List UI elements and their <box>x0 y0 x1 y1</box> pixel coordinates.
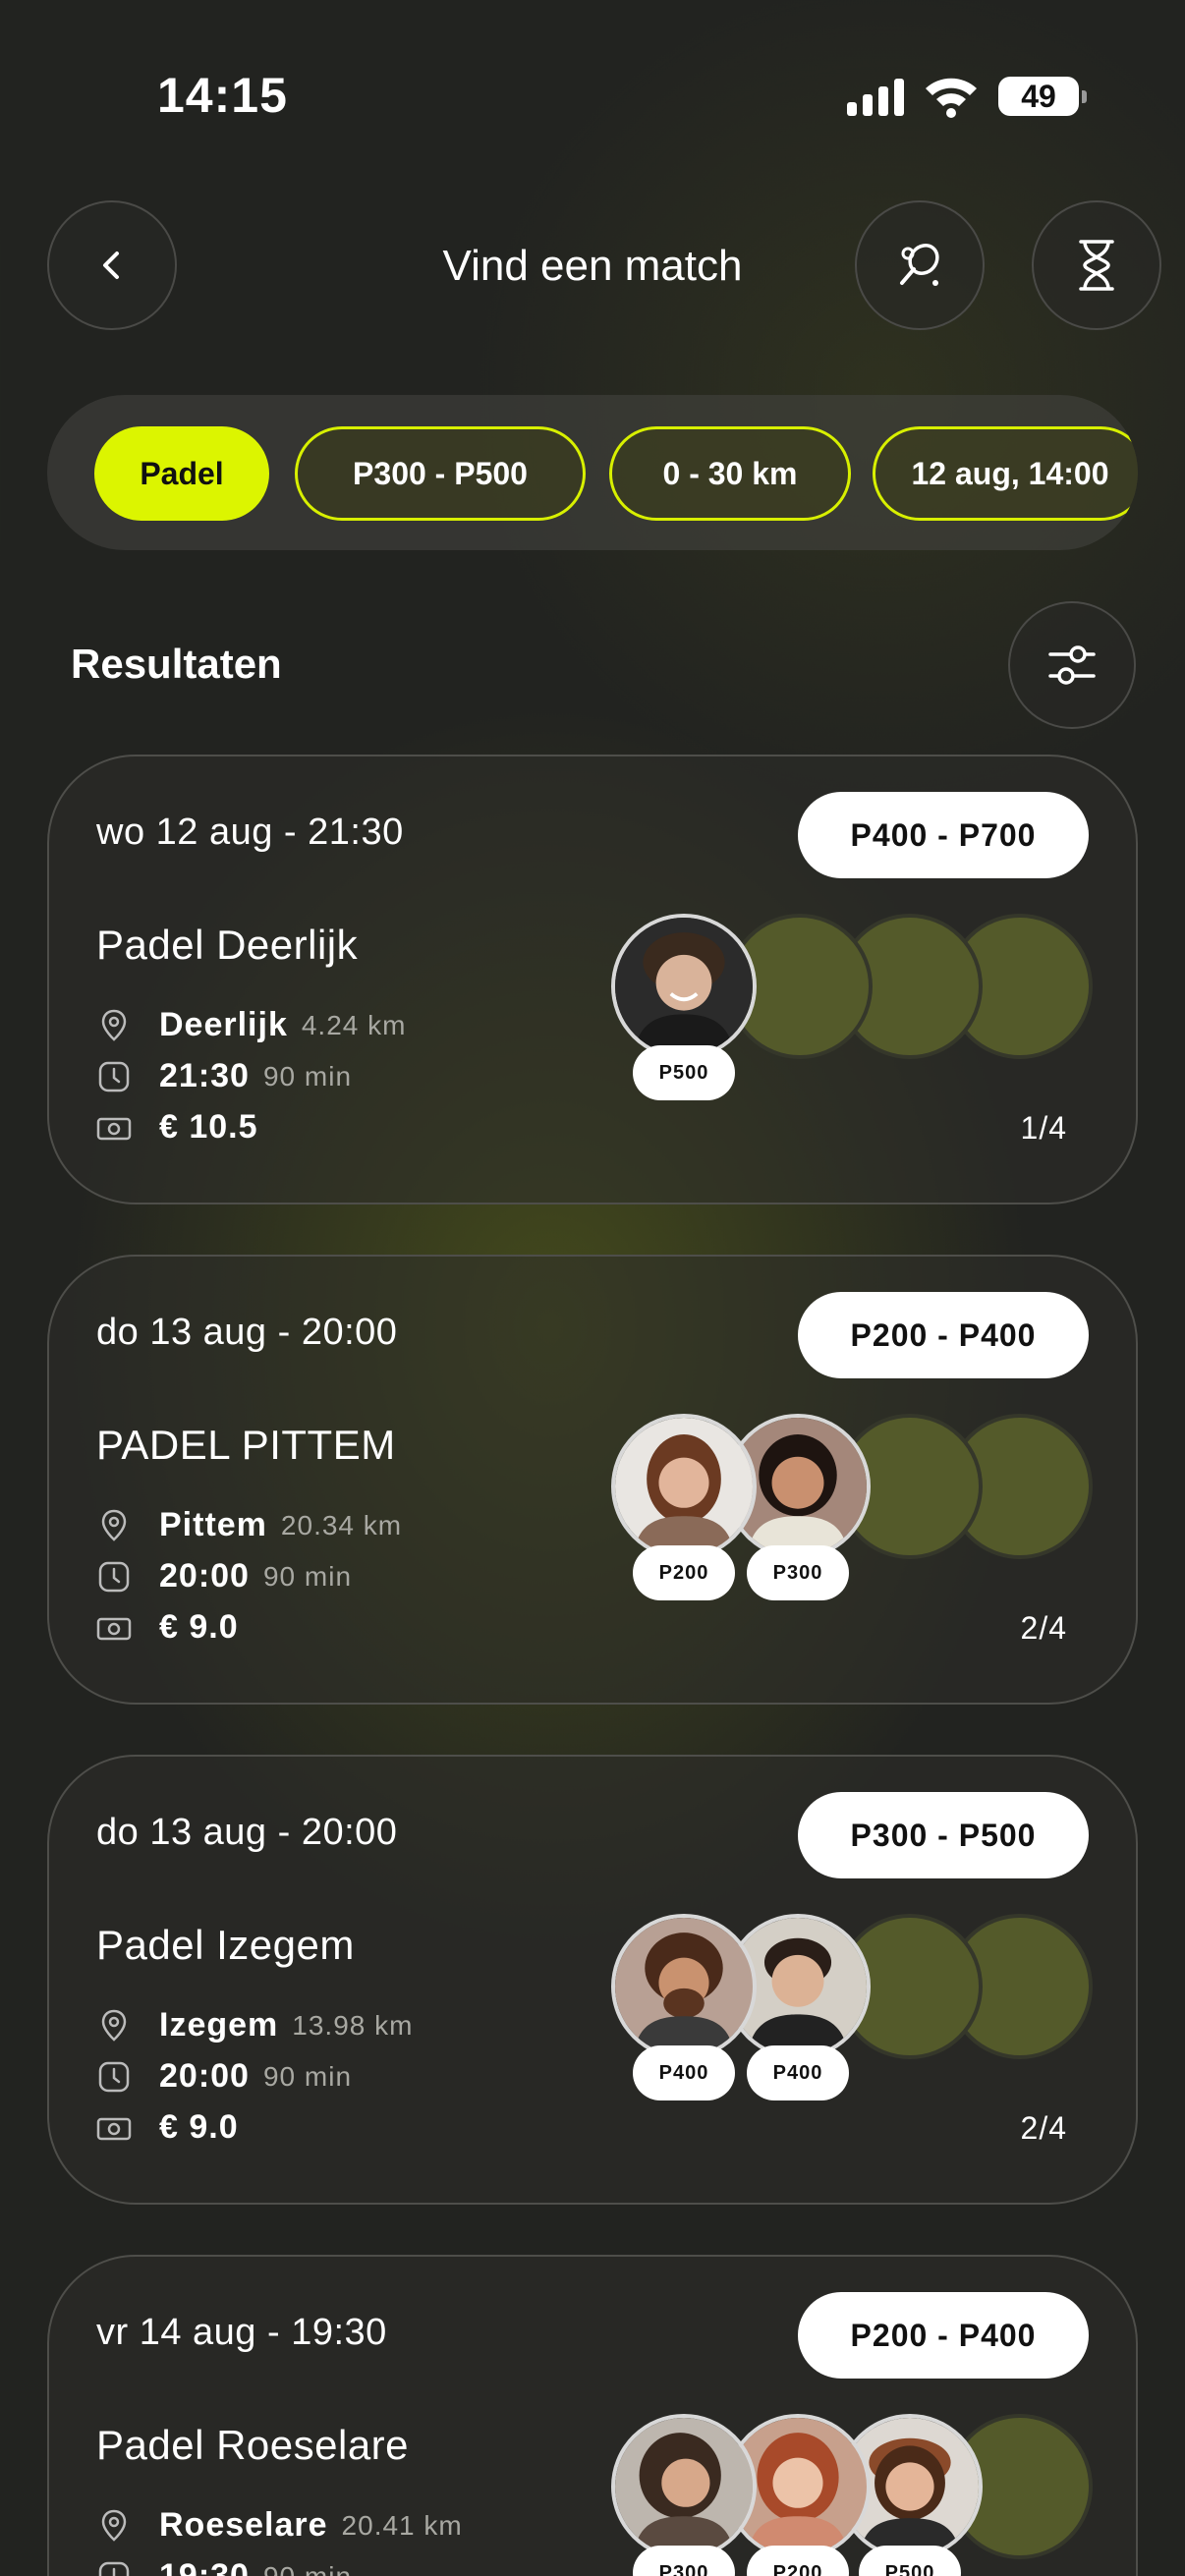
location-row: Roeselare 20.41 km <box>96 2506 463 2545</box>
match-date: do 13 aug - 20:00 <box>96 1812 398 1853</box>
player-count: 2/4 <box>1020 2110 1067 2146</box>
level-range-badge: P200 - P400 <box>798 1292 1089 1378</box>
start-time: 20:00 <box>159 1557 250 1595</box>
match-card[interactable]: do 13 aug - 20:00 P300 - P500 Padel Izeg… <box>47 1755 1138 2205</box>
location-name: Roeselare <box>159 2506 328 2544</box>
padel-racket-icon <box>900 244 939 286</box>
wifi-icon <box>924 75 979 118</box>
match-card[interactable]: do 13 aug - 20:00 P200 - P400 PADEL PITT… <box>47 1255 1138 1705</box>
filter-bar: Padel P300 - P500 0 - 30 km 12 aug, 14:0… <box>47 395 1138 550</box>
player-count: 2/4 <box>1020 1610 1067 1646</box>
club-name: Padel Roeselare <box>96 2422 410 2468</box>
price: € 9.0 <box>159 1608 239 1646</box>
player-level-badge: P500 <box>633 1045 735 1100</box>
clock-icon <box>96 2059 132 2095</box>
player-avatar[interactable] <box>611 1914 757 2059</box>
time-row: 19:30 90 min <box>96 2557 352 2576</box>
price-row: € 10.5 <box>96 1108 258 1147</box>
clock-icon <box>96 1059 132 1094</box>
match-date: vr 14 aug - 19:30 <box>96 2312 387 2353</box>
time-row: 21:30 90 min <box>96 1057 352 1095</box>
time-row: 20:00 90 min <box>96 2057 352 2096</box>
cellular-signal-icon <box>847 79 906 116</box>
location-pin-icon <box>96 2008 132 2044</box>
battery-indicator: 49 <box>998 77 1087 116</box>
hourglass-icon <box>1079 240 1114 291</box>
club-name: Padel Izegem <box>96 1922 355 1968</box>
start-time: 20:00 <box>159 2057 250 2095</box>
level-range-badge: P200 - P400 <box>798 2292 1089 2379</box>
racket-button[interactable] <box>855 200 985 330</box>
distance: 20.34 km <box>280 1509 403 1540</box>
duration: 90 min <box>262 2560 353 2576</box>
filter-chip-date[interactable]: 12 aug, 14:00 <box>873 426 1138 521</box>
match-date: do 13 aug - 20:00 <box>96 1312 398 1353</box>
location-name: Izegem <box>159 2006 279 2044</box>
location-pin-icon <box>96 1008 132 1043</box>
player-avatar[interactable] <box>611 1414 757 1559</box>
player-level-badge: P300 <box>633 2546 735 2576</box>
club-name: Padel Deerlijk <box>96 922 359 968</box>
duration: 90 min <box>262 2060 353 2092</box>
price: € 10.5 <box>159 1108 258 1146</box>
filter-chip-level[interactable]: P300 - P500 <box>295 426 586 521</box>
player-avatar[interactable] <box>611 914 757 1059</box>
start-time: 19:30 <box>159 2557 250 2576</box>
player-level-badge: P400 <box>633 2045 735 2100</box>
location-pin-icon <box>96 1508 132 1543</box>
player-count: 1/4 <box>1020 1110 1067 1146</box>
club-name: PADEL PITTEM <box>96 1422 396 1468</box>
duration: 90 min <box>262 1560 353 1592</box>
duration: 90 min <box>262 1060 353 1092</box>
price-row: € 9.0 <box>96 1608 239 1647</box>
location-row: Pittem 20.34 km <box>96 1506 402 1544</box>
player-level-badge: P200 <box>747 2546 849 2576</box>
distance: 4.24 km <box>301 1009 407 1040</box>
match-card[interactable]: wo 12 aug - 21:30 P400 - P700 Padel Deer… <box>47 755 1138 1204</box>
clock-icon <box>96 1559 132 1595</box>
player-level-badge: P200 <box>633 1545 735 1600</box>
distance: 20.41 km <box>341 2509 463 2541</box>
location-pin-icon <box>96 2508 132 2544</box>
time-row: 20:00 90 min <box>96 1557 352 1596</box>
location-row: Deerlijk 4.24 km <box>96 1006 406 1044</box>
start-time: 21:30 <box>159 1057 250 1094</box>
status-time: 14:15 <box>157 68 288 123</box>
price-row: € 9.0 <box>96 2108 239 2147</box>
level-range-badge: P400 - P700 <box>798 792 1089 878</box>
cash-icon <box>96 1110 132 1146</box>
player-level-badge: P500 <box>859 2546 961 2576</box>
location-row: Izegem 13.98 km <box>96 2006 413 2044</box>
results-title: Resultaten <box>71 641 282 687</box>
player-level-badge: P400 <box>747 2045 849 2100</box>
player-level-badge: P300 <box>747 1545 849 1600</box>
cash-icon <box>96 1610 132 1646</box>
sliders-icon <box>1048 645 1096 685</box>
location-name: Deerlijk <box>159 1006 288 1043</box>
player-avatar[interactable] <box>611 2414 757 2559</box>
timer-button[interactable] <box>1032 200 1161 330</box>
filter-chip-sport[interactable]: Padel <box>94 426 269 521</box>
cash-icon <box>96 2110 132 2146</box>
filter-settings-button[interactable] <box>1008 601 1136 729</box>
price: € 9.0 <box>159 2108 239 2146</box>
distance: 13.98 km <box>292 2009 414 2041</box>
location-name: Pittem <box>159 1506 267 1543</box>
page-title: Vind een match <box>442 242 743 290</box>
match-date: wo 12 aug - 21:30 <box>96 812 404 853</box>
level-range-badge: P300 - P500 <box>798 1792 1089 1878</box>
match-card[interactable]: vr 14 aug - 19:30 P200 - P400 Padel Roes… <box>47 2255 1138 2576</box>
filter-chip-distance[interactable]: 0 - 30 km <box>609 426 851 521</box>
clock-icon <box>96 2559 132 2576</box>
